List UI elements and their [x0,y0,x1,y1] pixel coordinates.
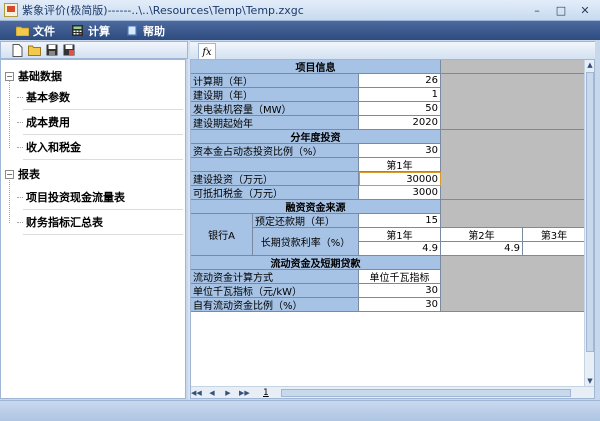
value-repay-period[interactable]: 15 [359,214,441,228]
value-construction-investment[interactable]: 30000 [359,172,441,186]
scroll-up-icon[interactable]: ▲ [585,60,594,70]
navigation-tree: − 基础数据 基本参数 成本费用 收入和税金 − 报表 项目投资现金流量表 财务… [0,59,186,399]
label-repay-period: 预定还款期（年） [253,214,359,228]
tree-item-revenue-tax[interactable]: 收入和税金 [17,135,183,160]
folder-icon [16,26,29,36]
hscroll-thumb[interactable] [281,389,571,397]
label-capital-ratio: 资本金占动态投资比例（%） [191,144,359,158]
tree-item-label: 财务指标汇总表 [26,216,103,229]
label-own-wc-ratio: 自有流动资金比例（%） [191,298,359,312]
collapse-icon[interactable]: − [5,169,14,179]
horizontal-scrollbar[interactable]: ◀◀ ◀ ▶ ▶▶ 1 [191,386,594,398]
value-capacity[interactable]: 50 [359,102,441,116]
tree-item-label: 收入和税金 [26,141,81,154]
calculator-icon [72,25,83,36]
empty-cell [441,60,586,74]
label-bank-a: 银行A [191,214,253,256]
help-icon [127,25,137,36]
new-icon[interactable] [11,43,24,57]
fx-icon: fx [202,46,212,58]
value-rate-year3[interactable] [523,242,586,256]
window-controls: – □ ✕ [526,2,596,18]
value-start-year[interactable]: 2020 [359,116,441,130]
value-per-kw[interactable]: 30 [359,284,441,298]
tree-group-reports[interactable]: − 报表 [5,166,40,182]
label-deductible-tax: 可抵扣税金（万元） [191,186,359,200]
section-header-project-info: 项目信息 [191,60,441,74]
scroll-thumb[interactable] [586,72,594,352]
menu-bar: 文件 计算 帮助 [0,21,600,40]
app-logo-icon [4,3,18,17]
tree-item-cashflow[interactable]: 项目投资现金流量表 [17,185,183,210]
empty-cell [441,130,586,200]
label-wc-method: 流动资金计算方式 [191,270,359,284]
tree-item-cost[interactable]: 成本费用 [17,110,183,135]
menu-file[interactable]: 文件 [16,23,55,39]
spreadsheet-grid: 项目信息 计算期（年） 26 建设期（年） 1 发电装机容量（MW） 50 建设… [191,60,586,386]
empty-label [191,158,359,172]
title-bar: 紫象评价(极简版)------..\..\Resources\Temp\Temp… [0,0,600,21]
value-deductible-tax[interactable]: 3000 [359,186,441,200]
menu-calculate[interactable]: 计算 [71,23,110,39]
year-header: 第2年 [441,228,523,242]
tree-item-label: 项目投资现金流量表 [26,191,125,204]
formula-tab[interactable]: fx [198,43,216,60]
value-construction-period[interactable]: 1 [359,88,441,102]
year-header: 第1年 [359,228,441,242]
tree-item-basic-params[interactable]: 基本参数 [17,85,183,110]
tree-group-label: 基础数据 [18,70,62,83]
section-header-annual-investment: 分年度投资 [191,130,441,144]
tree-item-label: 基本参数 [26,91,70,104]
label-per-kw: 单位千瓦指标（元/kW） [191,284,359,298]
value-rate-year1[interactable]: 4.9 [359,242,441,256]
open-icon[interactable] [28,44,41,57]
section-header-working-capital: 流动资金及短期贷款 [191,256,441,270]
spreadsheet-panel: 项目信息 计算期（年） 26 建设期（年） 1 发电装机容量（MW） 50 建设… [190,59,595,399]
label-calc-period: 计算期（年） [191,74,359,88]
first-sheet-icon[interactable]: ◀◀ [191,388,202,398]
scroll-down-icon[interactable]: ▼ [585,376,594,386]
prev-sheet-icon[interactable]: ◀ [207,388,217,398]
tree-group-basic-data[interactable]: − 基础数据 [5,68,62,84]
empty-cell [441,74,586,130]
section-header-financing: 融资资金来源 [191,200,441,214]
label-start-year: 建设期起始年 [191,116,359,130]
menu-file-label: 文件 [33,24,55,38]
empty-cell [441,256,586,312]
empty-cell [441,200,586,228]
tree-item-label: 成本费用 [26,116,70,129]
value-calc-period[interactable]: 26 [359,74,441,88]
label-loan-rate: 长期贷款利率（%） [253,228,359,256]
vertical-scrollbar[interactable]: ▲ ▼ [584,60,594,386]
next-sheet-icon[interactable]: ▶ [223,388,233,398]
year-header: 第3年 [523,228,586,242]
status-bar [0,400,600,421]
value-rate-year2[interactable]: 4.9 [441,242,523,256]
sheet-tab-bar: fx [190,41,595,60]
collapse-icon[interactable]: − [5,71,14,81]
sheet-tab[interactable]: 1 [263,387,275,398]
tree-group-label: 报表 [18,168,40,181]
label-capacity: 发电装机容量（MW） [191,102,359,116]
year-header: 第1年 [359,158,441,172]
save-icon[interactable] [45,44,58,57]
menu-help-label: 帮助 [143,24,165,38]
window-title: 紫象评价(极简版)------..\..\Resources\Temp\Temp… [22,4,304,17]
value-own-wc-ratio[interactable]: 30 [359,298,441,312]
label-construction-investment: 建设投资（万元） [191,172,359,186]
tree-item-financial-summary[interactable]: 财务指标汇总表 [17,210,183,235]
save-as-icon[interactable] [62,44,75,57]
menu-calculate-label: 计算 [88,24,110,38]
maximize-icon[interactable]: □ [550,2,572,18]
menu-help[interactable]: 帮助 [126,23,165,39]
left-toolbar [0,41,188,59]
close-icon[interactable]: ✕ [574,2,596,18]
value-capital-ratio[interactable]: 30 [359,144,441,158]
value-wc-method[interactable]: 单位千瓦指标 [359,270,441,284]
last-sheet-icon[interactable]: ▶▶ [239,388,250,398]
minimize-icon[interactable]: – [526,2,548,18]
label-construction-period: 建设期（年） [191,88,359,102]
